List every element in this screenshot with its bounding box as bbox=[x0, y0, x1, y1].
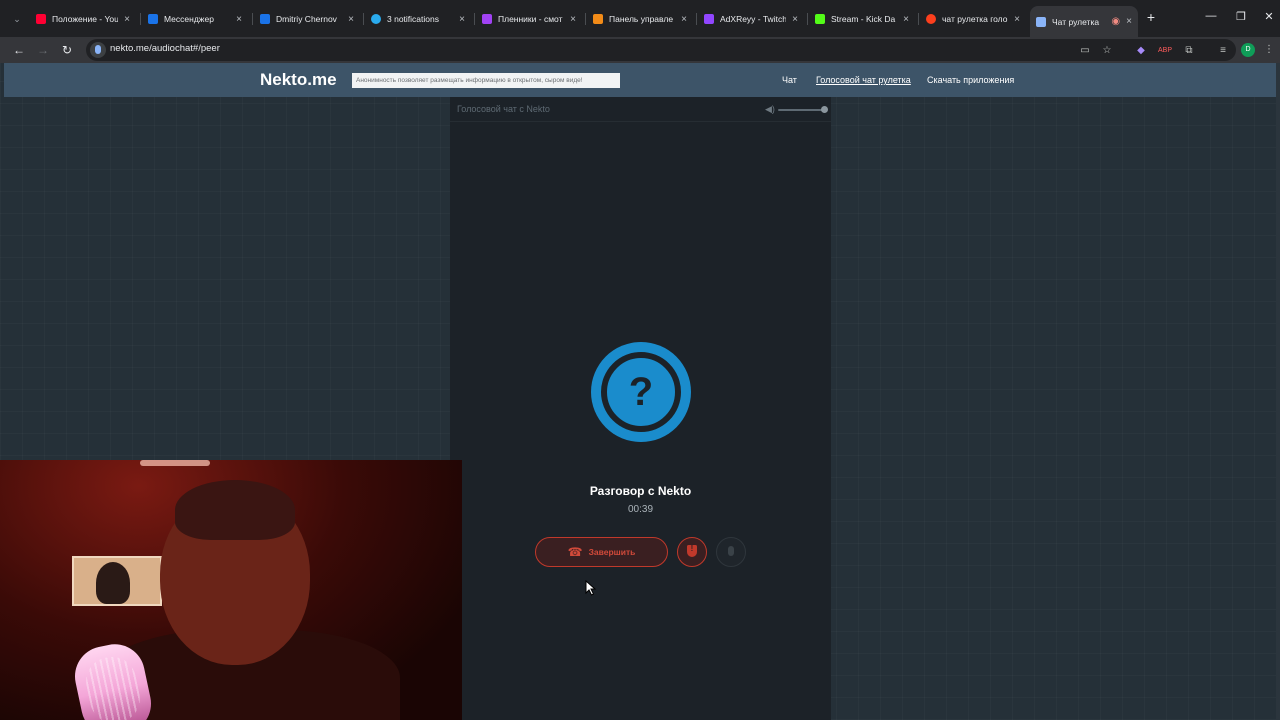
recording-icon: ◉ bbox=[1111, 16, 1121, 27]
voice-chat-panel: Голосовой чат с Nekto ◀) ? Разговор с Ne… bbox=[450, 97, 831, 720]
site-header: Nekto.me Анонимность позволяет размещать… bbox=[4, 63, 1276, 97]
close-icon[interactable]: × bbox=[348, 14, 354, 25]
yandex-icon bbox=[926, 14, 936, 24]
adblock-icon[interactable]: ABP bbox=[1158, 44, 1172, 58]
tab-title: Положение - You bbox=[52, 14, 119, 24]
microphone-grill bbox=[81, 652, 145, 720]
webcam-person-hair bbox=[175, 480, 295, 540]
vk-icon bbox=[260, 14, 270, 24]
tab-title: Stream - Kick Da bbox=[831, 14, 896, 24]
anonymity-notice: Анонимность позволяет размещать информац… bbox=[352, 73, 620, 88]
close-icon[interactable]: × bbox=[792, 14, 798, 25]
tab-title: 3 notifications bbox=[387, 14, 439, 24]
end-call-button[interactable]: ☎ Завершить bbox=[535, 537, 668, 567]
tab-yandex-search[interactable]: чат рулетка голо × bbox=[920, 8, 1026, 30]
reload-icon[interactable]: ↻ bbox=[58, 41, 76, 59]
tab-title: Мессенджер bbox=[164, 14, 214, 24]
window-close-icon[interactable]: ✕ bbox=[1262, 10, 1276, 23]
donation-icon bbox=[593, 14, 603, 24]
nekto-icon bbox=[1036, 16, 1046, 27]
youtube-icon bbox=[36, 14, 46, 24]
streaming-icon bbox=[482, 14, 492, 24]
close-icon[interactable]: × bbox=[681, 14, 687, 25]
twitch-icon bbox=[704, 14, 714, 24]
tab-title: Чат рулетка bbox=[1052, 16, 1100, 27]
extension-icon[interactable]: ◆ bbox=[1134, 44, 1148, 58]
vk-icon bbox=[148, 14, 158, 24]
profile-avatar[interactable]: D bbox=[1241, 43, 1255, 57]
browser-toolbar: ← → ↻ nekto.me/audiochat#/peer ▭ ☆ ◆ ABP… bbox=[0, 37, 1280, 63]
address-bar[interactable]: nekto.me/audiochat#/peer ▭ ☆ ◆ ABP ⧉ ≡ bbox=[86, 39, 1236, 61]
tab-dashboard[interactable]: Панель управле × bbox=[587, 8, 693, 30]
url-text: nekto.me/audiochat#/peer bbox=[110, 43, 220, 54]
cast-icon[interactable]: ▭ bbox=[1078, 44, 1092, 58]
close-icon[interactable]: × bbox=[124, 14, 130, 25]
nav-download-apps[interactable]: Скачать приложения bbox=[927, 75, 1014, 85]
tab-kick[interactable]: Stream - Kick Da × bbox=[809, 8, 915, 30]
reading-list-icon[interactable]: ≡ bbox=[1216, 44, 1230, 58]
nav-chat[interactable]: Чат bbox=[782, 75, 797, 85]
bookmark-star-icon[interactable]: ☆ bbox=[1100, 44, 1114, 58]
tab-title: AdXReyy - Twitch bbox=[720, 14, 787, 24]
tab-title: Панель управле bbox=[609, 14, 674, 24]
close-icon[interactable]: × bbox=[903, 14, 909, 25]
tab-title: Пленники - смот bbox=[498, 14, 563, 24]
kick-icon bbox=[815, 14, 825, 24]
nav-voice-chat[interactable]: Голосовой чат рулетка bbox=[816, 75, 911, 85]
webcam-poster bbox=[72, 556, 162, 606]
phone-hangup-icon: ☎ bbox=[567, 545, 583, 559]
tab-dmitriy-chernov[interactable]: Dmitriy Chernov × bbox=[254, 8, 360, 30]
browser-tab-strip: ⌄ Положение - You × Мессенджер × Dmitriy… bbox=[0, 0, 1280, 37]
volume-icon[interactable]: ◀) bbox=[765, 104, 777, 114]
mouse-cursor-icon bbox=[585, 580, 597, 596]
tab-title: чат рулетка голо bbox=[942, 14, 1008, 24]
forward-icon[interactable]: → bbox=[34, 41, 52, 59]
close-icon[interactable]: × bbox=[1014, 14, 1020, 25]
panel-header: Голосовой чат с Nekto ◀) bbox=[450, 97, 831, 122]
poster-figure bbox=[96, 562, 130, 604]
minimize-icon[interactable]: — bbox=[1204, 10, 1218, 22]
extensions-puzzle-icon[interactable]: ⧉ bbox=[1182, 44, 1196, 58]
peer-name: Разговор с Nekto bbox=[589, 484, 692, 498]
microphone-icon bbox=[728, 546, 734, 556]
webcam-ceiling-light bbox=[140, 460, 210, 466]
restore-icon[interactable]: ❐ bbox=[1234, 10, 1248, 23]
tab-nekto-active[interactable]: Чат рулетка ◉ × bbox=[1030, 6, 1138, 37]
mute-mic-button[interactable] bbox=[716, 537, 746, 567]
tab-messenger[interactable]: Мессенджер × bbox=[142, 8, 248, 30]
menu-kebab-icon[interactable]: ⋮ bbox=[1262, 43, 1276, 57]
site-info-icon[interactable] bbox=[90, 42, 106, 58]
site-logo[interactable]: Nekto.me bbox=[260, 70, 337, 90]
shield-icon bbox=[687, 544, 697, 557]
tab-twitch[interactable]: AdXReyy - Twitch × bbox=[698, 8, 804, 30]
telegram-icon bbox=[371, 14, 381, 24]
report-button[interactable] bbox=[677, 537, 707, 567]
close-icon[interactable]: × bbox=[459, 14, 465, 25]
question-mark-icon: ? bbox=[601, 352, 681, 432]
peer-avatar: ? bbox=[591, 342, 691, 442]
webcam-overlay bbox=[0, 460, 462, 720]
end-call-label: Завершить bbox=[588, 547, 636, 557]
panel-title: Голосовой чат с Nekto bbox=[457, 104, 550, 114]
tab-telegram[interactable]: 3 notifications × bbox=[365, 8, 471, 30]
tab-search-icon[interactable]: ⌄ bbox=[8, 10, 26, 28]
tab-title: Dmitriy Chernov bbox=[276, 14, 337, 24]
volume-slider-handle[interactable] bbox=[820, 106, 828, 113]
back-icon[interactable]: ← bbox=[10, 41, 28, 59]
new-tab-icon[interactable]: + bbox=[1144, 10, 1158, 24]
close-icon[interactable]: × bbox=[1126, 16, 1132, 27]
scrollbar[interactable] bbox=[1276, 63, 1280, 720]
tab-plenniki[interactable]: Пленники - смот × bbox=[476, 8, 582, 30]
call-timer: 00:39 bbox=[627, 504, 654, 515]
volume-slider[interactable] bbox=[778, 109, 824, 111]
tab-youtube[interactable]: Положение - You × bbox=[30, 8, 136, 30]
close-icon[interactable]: × bbox=[236, 14, 242, 25]
close-icon[interactable]: × bbox=[570, 14, 576, 25]
